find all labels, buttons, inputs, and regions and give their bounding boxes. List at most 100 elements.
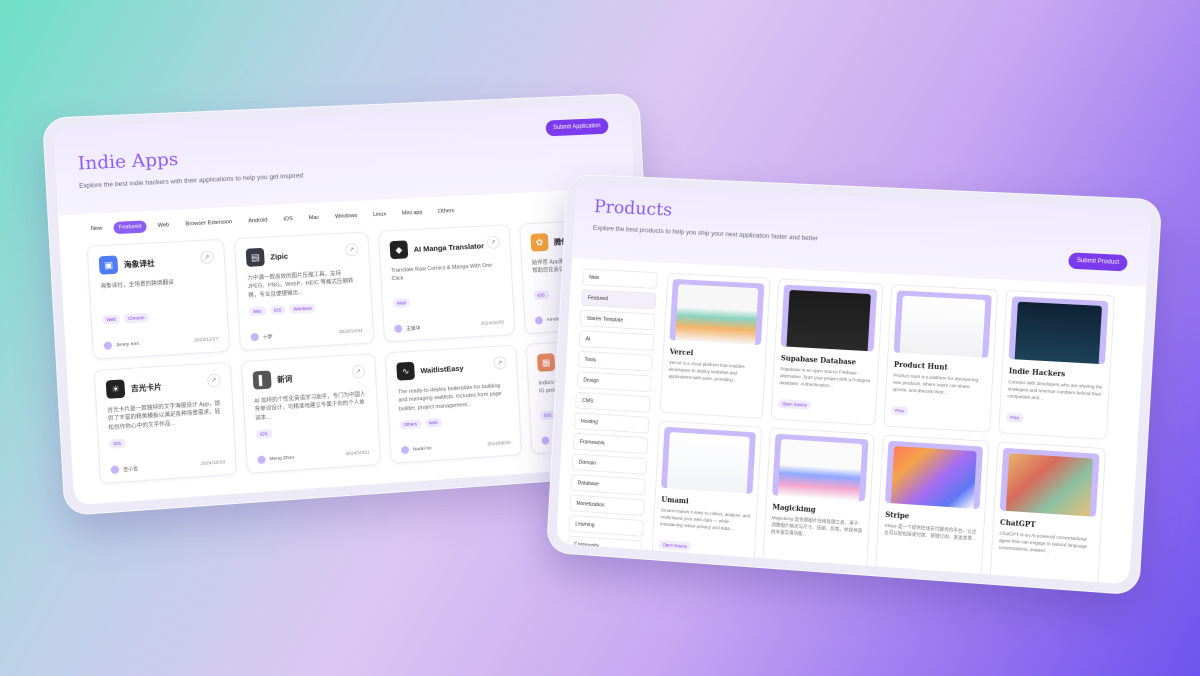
product-card[interactable]: Umami Umami makes it easy to collect, an… <box>651 420 763 568</box>
product-card[interactable]: Indie Hackers Connect with developers wh… <box>998 289 1116 440</box>
tab-featured[interactable]: Featured <box>113 220 147 235</box>
app-card[interactable]: ▤ Zipic ↗ 力中满一款高效的图片压缩工具，支持 JPEG、PNG、Web… <box>233 231 375 352</box>
product-description: Product Hunt is a platform for discoveri… <box>892 372 979 395</box>
app-card[interactable]: ▣ 海象译社 ↗ 海象译社，全场景的跨境翻译 Web Chrome Jenny K… <box>86 238 231 360</box>
app-description: AI 加持的个性化英语学习助手，专门为中国人背单词设计，可精准地建立专属于你的个… <box>254 391 366 422</box>
platform-tag: Web <box>424 417 442 428</box>
product-card[interactable]: Product Hunt Product Hunt is a platform … <box>883 284 999 433</box>
tab-others[interactable]: Others <box>433 205 460 218</box>
product-description: Umami makes it easy to collect, analyze,… <box>659 507 751 532</box>
tab-ios[interactable]: iOS <box>278 213 298 226</box>
app-card[interactable]: ☀ 吉光卡片 ↗ 吉光卡片是一款独特的文字海报设计 App，提供了丰富的精美模板… <box>93 361 238 484</box>
product-thumbnail <box>1008 296 1109 365</box>
platform-tag: iOS <box>109 438 126 449</box>
author-name: Meng Zhou <box>269 455 295 462</box>
card-header: ∿ WaitlistEasy <box>396 356 507 381</box>
app-logo-icon: ∿ <box>396 361 415 381</box>
card-footer: 吉小吉 2024/10/28 <box>110 458 226 475</box>
tablet-frame: Products Explore the best products to he… <box>545 173 1163 596</box>
app-card[interactable]: ◆ AI Manga Translator ↗ Translate Raw Co… <box>378 224 516 343</box>
card-footer: Jenny Kim 2024/11/27 <box>103 335 219 351</box>
app-description: Translate Raw Comics & Manga With One Cl… <box>391 262 493 283</box>
app-description: 海象译社，全场景的跨境翻译 <box>100 279 174 290</box>
tab-mini-app[interactable]: Mini app <box>397 206 428 219</box>
product-thumbnail <box>661 426 756 494</box>
tag-list: iOS <box>255 423 368 439</box>
card-header: ◆ AI Manga Translator <box>389 236 501 260</box>
product-card[interactable]: Magickimg Magickimg 是免费图片在线处理工具，用于调整图片格式… <box>761 427 875 576</box>
product-tag: Free <box>1005 412 1024 423</box>
sidebar-item-domain[interactable]: Domain <box>571 453 648 475</box>
app-card[interactable]: ▌ 新词 ↗ AI 加持的个性化英语学习助手，专门为中国人背单词设计，可精准地建… <box>240 353 382 474</box>
tag-list: iOS <box>109 432 224 449</box>
products-screen: Products Explore the best products to he… <box>556 183 1152 585</box>
product-description: Vercel is a cloud platform that enables … <box>668 359 745 383</box>
app-logo-icon: ◆ <box>389 240 409 260</box>
avatar <box>400 445 410 455</box>
sidebar-item-cms[interactable]: CMS <box>575 391 651 413</box>
product-description: Magickimg 是免费图片在线处理工具，用于调整图片格式与尺寸、压缩、剪裁，… <box>770 515 863 537</box>
app-name: WaitlistEasy <box>420 363 464 375</box>
tab-android[interactable]: Android <box>243 214 273 228</box>
app-logo-icon: ▦ <box>536 353 556 372</box>
avatar <box>257 455 266 465</box>
sidebar-item-featured[interactable]: Featured <box>580 289 657 310</box>
product-thumbnail <box>669 278 765 346</box>
sidebar-item-database[interactable]: Database <box>570 473 647 496</box>
app-description: The ready-to-deploy boilerplate for buil… <box>397 383 502 413</box>
platform-tag: Web <box>392 298 411 309</box>
card-header: ☀ 吉光卡片 <box>105 374 222 399</box>
product-card[interactable]: Supabase Database Supabase is an open so… <box>770 278 884 426</box>
screenshot-image <box>1014 301 1103 364</box>
sidebar-item-learning[interactable]: Learning <box>568 514 644 537</box>
sidebar-item-starter-template[interactable]: Starter Template <box>579 309 656 331</box>
product-card[interactable]: ChatGPT ChatGPT is an AI-powered convers… <box>989 441 1107 585</box>
app-logo-icon: ▣ <box>98 255 119 275</box>
app-name: AI Manga Translator <box>413 240 485 254</box>
tab-windows[interactable]: Windows <box>330 210 363 224</box>
avatar <box>394 324 403 333</box>
sidebar-item-tools[interactable]: Tools <box>577 350 654 372</box>
product-thumbnail <box>999 447 1100 517</box>
tab-mac[interactable]: Mac <box>303 212 324 225</box>
publish-date: 2024/09/30 <box>487 440 511 447</box>
app-logo-icon: ▤ <box>245 247 265 267</box>
product-card[interactable]: Vercel Vercel is a cloud platform that e… <box>659 272 771 419</box>
submit-application-button[interactable]: Submit Application <box>545 117 609 137</box>
sidebar-item-framework[interactable]: Framework <box>572 432 649 455</box>
app-card[interactable]: ∿ WaitlistEasy ↗ The ready-to-deploy boi… <box>384 344 523 464</box>
submit-product-button[interactable]: Submit Product <box>1068 252 1128 272</box>
screenshot-image <box>666 432 750 494</box>
screenshot-image <box>890 446 977 509</box>
tab-linux[interactable]: Linux <box>368 208 392 221</box>
category-sidebar: New Featured Starter Template AI Tools Design… <box>566 268 658 559</box>
sidebar-item-monetization[interactable]: Monetization <box>569 494 645 517</box>
publish-date: 2024/10/21 <box>345 449 370 457</box>
author-name: Jenny Kim <box>115 341 140 348</box>
screenshot-image <box>1005 453 1094 517</box>
avatar <box>534 316 544 325</box>
app-name: Zipic <box>270 251 289 262</box>
app-logo-icon: ▌ <box>252 370 272 390</box>
card-footer: 十梦 2024/10/31 <box>250 327 363 342</box>
product-card[interactable]: Stripe Stripe 是一个提供在线支付服务的平台，让企业可以轻松接受付款… <box>874 434 990 585</box>
sidebar-item-ai[interactable]: AI <box>578 330 655 352</box>
tag-list: Others Web <box>399 413 509 430</box>
card-footer: Naoki Ito 2024/09/30 <box>400 439 511 455</box>
tab-web[interactable]: Web <box>152 219 174 232</box>
card-header: ▤ Zipic <box>245 243 359 267</box>
product-tag: Open Source <box>658 539 692 552</box>
publish-date: 2024/10/28 <box>200 459 226 467</box>
sidebar-item-new[interactable]: New <box>581 268 658 289</box>
sidebar-item-design[interactable]: Design <box>576 371 652 393</box>
product-tag: Open Source <box>778 398 812 410</box>
author-name: Naoki Ito <box>412 445 432 453</box>
sidebar-item-hosting[interactable]: Hosting <box>573 412 650 434</box>
publish-date: 2024/10/31 <box>338 328 363 335</box>
product-description: Connect with developers who are sharing … <box>1007 379 1103 401</box>
avatar <box>250 332 259 342</box>
tab-new[interactable]: New <box>85 222 107 235</box>
product-thumbnail <box>884 440 984 510</box>
avatar <box>541 436 550 445</box>
sidebar-item-community[interactable]: Community <box>566 535 643 558</box>
